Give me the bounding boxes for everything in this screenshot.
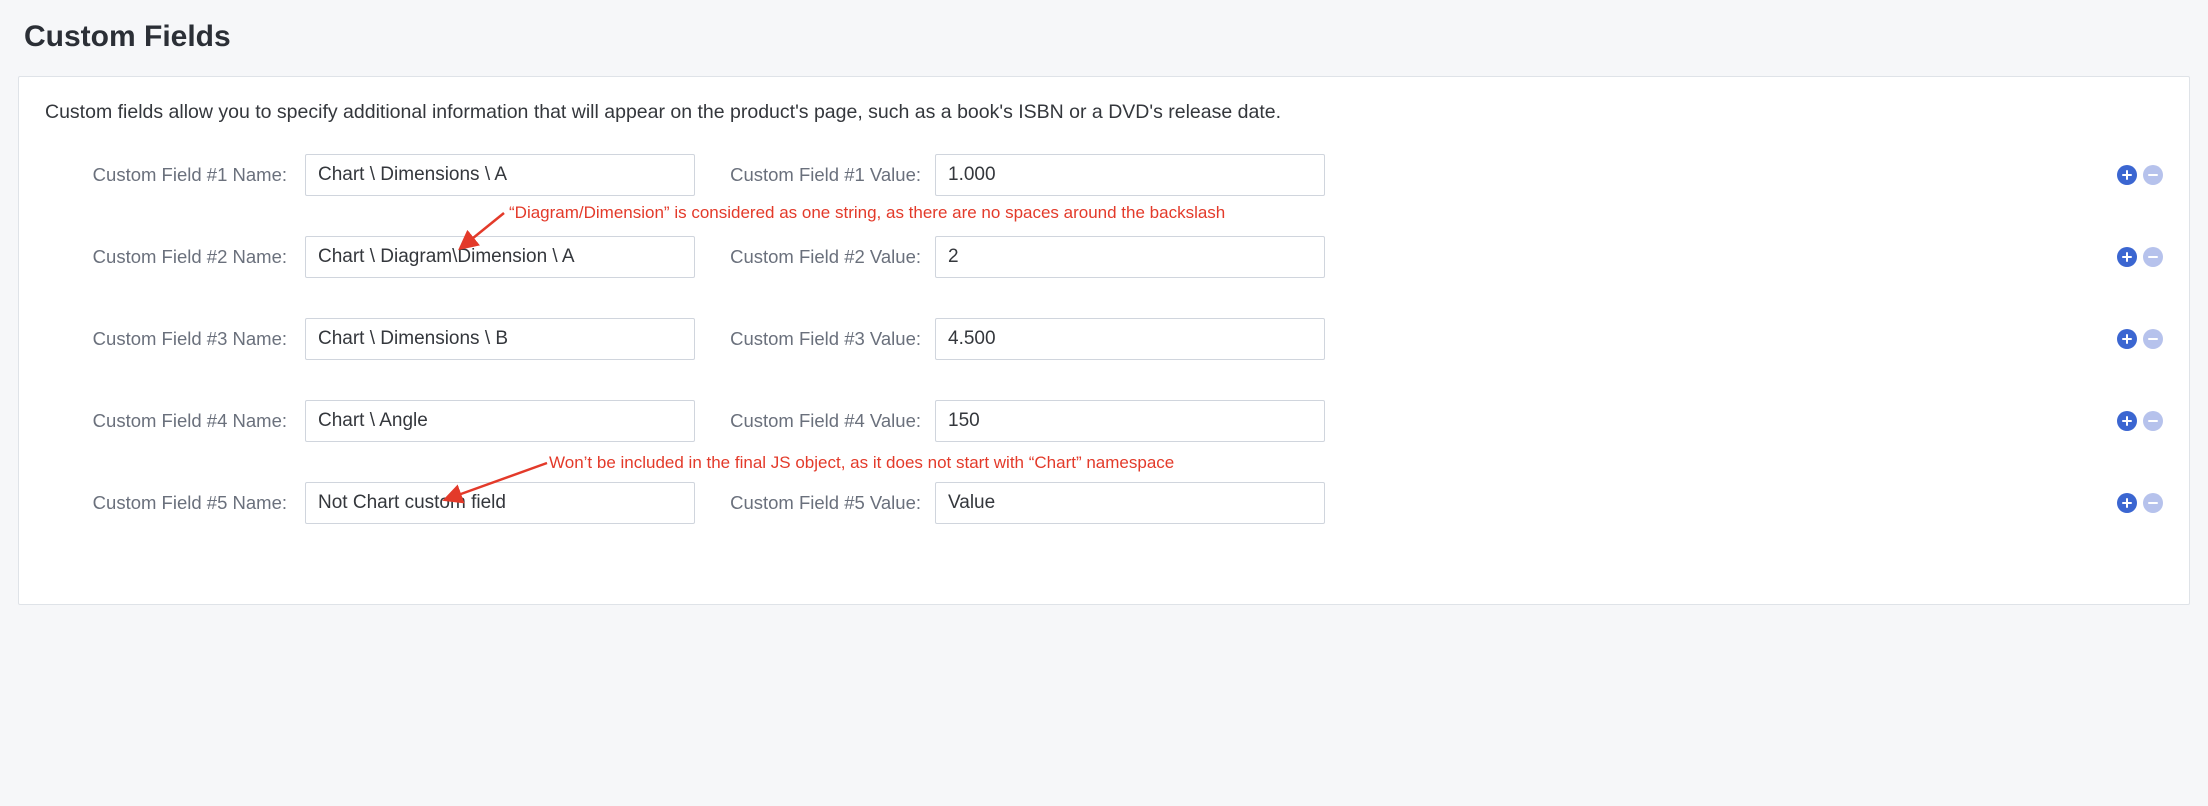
field-value-label: Custom Field #3 Value: bbox=[725, 328, 935, 350]
remove-field-button[interactable] bbox=[2143, 247, 2163, 267]
panel-description: Custom fields allow you to specify addit… bbox=[45, 101, 2163, 124]
minus-icon bbox=[2147, 333, 2159, 345]
minus-icon bbox=[2147, 415, 2159, 427]
custom-fields-panel: Custom fields allow you to specify addit… bbox=[18, 76, 2190, 605]
field-name-label: Custom Field #4 Name: bbox=[45, 410, 305, 432]
field-value-input[interactable] bbox=[935, 236, 1325, 278]
field-name-label: Custom Field #3 Name: bbox=[45, 328, 305, 350]
field-value-label: Custom Field #4 Value: bbox=[725, 410, 935, 432]
remove-field-button[interactable] bbox=[2143, 493, 2163, 513]
field-name-label: Custom Field #5 Name: bbox=[45, 492, 305, 514]
plus-icon bbox=[2121, 251, 2133, 263]
row-actions bbox=[2117, 329, 2163, 349]
row-actions bbox=[2117, 493, 2163, 513]
custom-field-row: Custom Field #2 Name: Custom Field #2 Va… bbox=[45, 236, 2163, 278]
field-name-input[interactable] bbox=[305, 236, 695, 278]
custom-field-row: Custom Field #5 Name: Custom Field #5 Va… bbox=[45, 482, 2163, 524]
plus-icon bbox=[2121, 497, 2133, 509]
field-value-input[interactable] bbox=[935, 482, 1325, 524]
field-value-input[interactable] bbox=[935, 400, 1325, 442]
add-field-button[interactable] bbox=[2117, 247, 2137, 267]
add-field-button[interactable] bbox=[2117, 329, 2137, 349]
annotation-text: Won’t be included in the final JS object… bbox=[549, 453, 1174, 473]
minus-icon bbox=[2147, 497, 2159, 509]
field-name-input[interactable] bbox=[305, 318, 695, 360]
field-name-label: Custom Field #1 Name: bbox=[45, 164, 305, 186]
minus-icon bbox=[2147, 169, 2159, 181]
field-name-input[interactable] bbox=[305, 400, 695, 442]
field-value-input[interactable] bbox=[935, 318, 1325, 360]
remove-field-button[interactable] bbox=[2143, 411, 2163, 431]
custom-field-row: Custom Field #1 Name: Custom Field #1 Va… bbox=[45, 154, 2163, 196]
add-field-button[interactable] bbox=[2117, 411, 2137, 431]
plus-icon bbox=[2121, 333, 2133, 345]
field-value-input[interactable] bbox=[935, 154, 1325, 196]
page-title: Custom Fields bbox=[24, 20, 2190, 54]
add-field-button[interactable] bbox=[2117, 493, 2137, 513]
field-value-label: Custom Field #2 Value: bbox=[725, 246, 935, 268]
custom-field-row: Custom Field #4 Name: Custom Field #4 Va… bbox=[45, 400, 2163, 442]
custom-field-row: Custom Field #3 Name: Custom Field #3 Va… bbox=[45, 318, 2163, 360]
remove-field-button[interactable] bbox=[2143, 165, 2163, 185]
row-actions bbox=[2117, 247, 2163, 267]
row-actions bbox=[2117, 411, 2163, 431]
plus-icon bbox=[2121, 169, 2133, 181]
field-name-input[interactable] bbox=[305, 154, 695, 196]
field-value-label: Custom Field #5 Value: bbox=[725, 492, 935, 514]
plus-icon bbox=[2121, 415, 2133, 427]
remove-field-button[interactable] bbox=[2143, 329, 2163, 349]
field-name-input[interactable] bbox=[305, 482, 695, 524]
row-actions bbox=[2117, 165, 2163, 185]
annotation-text: “Diagram/Dimension” is considered as one… bbox=[509, 203, 1225, 223]
add-field-button[interactable] bbox=[2117, 165, 2137, 185]
field-name-label: Custom Field #2 Name: bbox=[45, 246, 305, 268]
field-value-label: Custom Field #1 Value: bbox=[725, 164, 935, 186]
minus-icon bbox=[2147, 251, 2159, 263]
